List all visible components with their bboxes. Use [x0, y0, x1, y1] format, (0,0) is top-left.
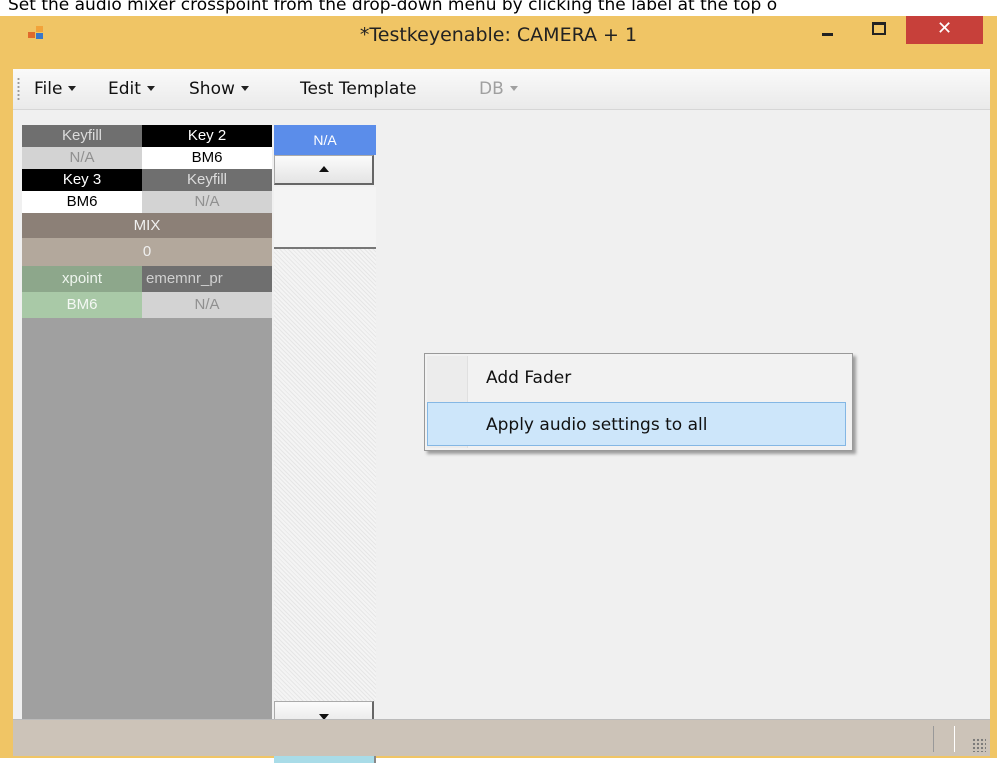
- task-instruction: Set the audio mixer crosspoint from the …: [8, 0, 778, 15]
- menu-item-apply-audio-settings-label: Apply audio settings to all: [486, 415, 708, 435]
- mix-value[interactable]: 0: [22, 238, 272, 266]
- menu-file[interactable]: File: [34, 78, 77, 100]
- menu-edit[interactable]: Edit: [108, 78, 155, 100]
- menu-show[interactable]: Show: [189, 78, 249, 100]
- menu-show-label: Show: [189, 79, 235, 99]
- up-arrow-icon: [319, 166, 329, 172]
- minimize-icon: [822, 33, 833, 36]
- crosspoint-panel: Keyfill Key 2 N/A BM6 Key 3 Keyfill BM6 …: [22, 125, 272, 719]
- key-label-keyfill[interactable]: Keyfill: [22, 125, 142, 147]
- close-icon: ✕: [936, 18, 953, 39]
- menu-bar: File Edit Show Test Template DB: [13, 69, 990, 110]
- menu-test-template[interactable]: Test Template: [300, 78, 416, 100]
- key-label-key3[interactable]: Key 3: [22, 169, 142, 191]
- fader-label[interactable]: N/A: [274, 125, 376, 155]
- key-source-bm6-2[interactable]: BM6: [22, 191, 142, 213]
- status-bar: [13, 719, 990, 756]
- size-grip-icon[interactable]: [972, 738, 986, 752]
- title-bar[interactable]: *Testkeyenable: CAMERA + 1 ✕: [0, 16, 997, 66]
- status-pane: [933, 726, 955, 752]
- menu-test-template-label: Test Template: [300, 79, 417, 99]
- audio-fader: N/A 0: [274, 125, 376, 763]
- crosspoint-name-label[interactable]: ememnr_pr: [142, 266, 272, 292]
- key-source-na[interactable]: N/A: [22, 147, 142, 169]
- menu-db[interactable]: DB: [479, 78, 518, 100]
- chevron-down-icon: [68, 86, 77, 91]
- chevron-down-icon: [509, 86, 518, 91]
- key-label-key2[interactable]: Key 2: [142, 125, 272, 147]
- fader-track[interactable]: [274, 187, 376, 701]
- menu-item-add-fader[interactable]: Add Fader: [427, 356, 846, 400]
- menu-file-label: File: [34, 79, 63, 99]
- menu-db-label: DB: [479, 79, 504, 99]
- xpoint-source-bm6[interactable]: BM6: [22, 292, 142, 318]
- xpoint-label[interactable]: xpoint: [22, 266, 142, 292]
- close-button[interactable]: ✕: [906, 16, 983, 44]
- mix-label[interactable]: MIX: [22, 213, 272, 238]
- minimize-button[interactable]: [810, 16, 844, 44]
- app-window: *Testkeyenable: CAMERA + 1 ✕ File Edit S…: [0, 16, 997, 763]
- chevron-down-icon: [146, 86, 155, 91]
- menu-item-apply-audio-settings[interactable]: Apply audio settings to all: [427, 402, 846, 446]
- window-title: *Testkeyenable: CAMERA + 1: [359, 24, 638, 46]
- maximize-icon: [872, 22, 886, 35]
- key-source-bm6[interactable]: BM6: [142, 147, 272, 169]
- chevron-down-icon: [240, 86, 249, 91]
- key-source-na-2[interactable]: N/A: [142, 191, 272, 213]
- crosspoint-source-na[interactable]: N/A: [142, 292, 272, 318]
- toolbar-grip-icon[interactable]: [17, 77, 20, 101]
- maximize-button[interactable]: [858, 16, 898, 44]
- fader-up-button[interactable]: [274, 155, 374, 185]
- key-label-keyfill-2[interactable]: Keyfill: [142, 169, 272, 191]
- menu-edit-label: Edit: [108, 79, 141, 99]
- client-area: File Edit Show Test Template DB Keyfill …: [13, 69, 990, 763]
- menu-item-add-fader-label: Add Fader: [486, 368, 572, 388]
- fader-thumb[interactable]: [274, 187, 376, 249]
- context-menu: Add Fader Apply audio settings to all: [424, 353, 853, 451]
